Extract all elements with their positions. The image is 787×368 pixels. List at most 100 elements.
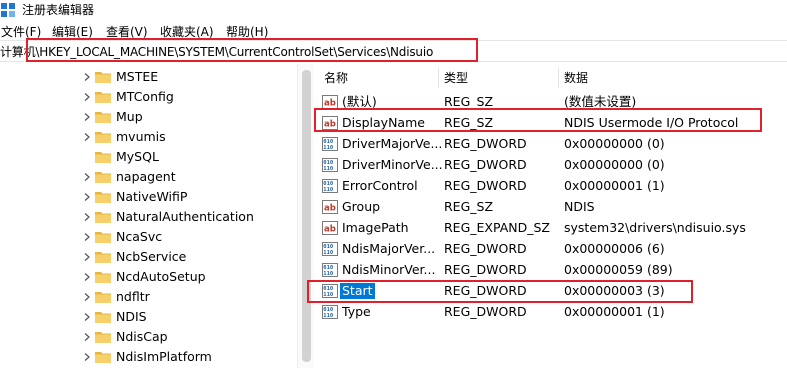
values-pane[interactable]: 名称 类型 数据 ab (默认) REG_SZ (数值未设置) ab DisplayNam… [314, 64, 787, 368]
value-data: NDIS [564, 199, 595, 214]
key-tree[interactable]: MSTEE MTConfig Mup mvumis MySQL napagent Nativ… [0, 64, 297, 368]
menu-favorites[interactable]: 收藏夹(A) [160, 24, 214, 40]
tree-item-label: napagent [116, 169, 176, 184]
value-type: REG_DWORD [444, 262, 527, 277]
value-row[interactable]: 010 110 DriverMinorVe... REG_DWORD 0x0000000… [314, 155, 787, 176]
value-data: 0x00000059 (89) [564, 262, 673, 277]
value-name[interactable]: ErrorControl [340, 178, 420, 194]
address-path[interactable]: 计算机\HKEY_LOCAL_MACHINE\SYSTEM\CurrentCon… [0, 44, 433, 60]
string-value-icon: ab [322, 221, 338, 235]
value-row[interactable]: ab Group REG_SZ NDIS [314, 197, 787, 218]
value-row[interactable]: 010 110 Type REG_DWORD 0x00000001 (1) [314, 302, 787, 323]
chevron-right-icon[interactable] [84, 73, 90, 81]
value-name[interactable]: DisplayName [340, 115, 427, 131]
tree-item-label: NdisCap [116, 329, 168, 344]
chevron-right-icon[interactable] [84, 293, 90, 301]
svg-text:110: 110 [323, 292, 333, 298]
value-type: REG_DWORD [444, 136, 527, 151]
chevron-right-icon[interactable] [84, 233, 90, 241]
tree-item-label: ndfltr [116, 289, 150, 304]
value-row[interactable]: 010 110 DriverMajorVe... REG_DWORD 0x0000000… [314, 134, 787, 155]
chevron-right-icon[interactable] [84, 213, 90, 221]
tree-item[interactable]: MSTEE [84, 67, 294, 87]
folder-icon [95, 312, 111, 323]
tree-item[interactable]: NdisImPlatform [84, 347, 294, 367]
value-row[interactable]: ab (默认) REG_SZ (数值未设置) [314, 92, 787, 113]
tree-item[interactable]: MTConfig [84, 87, 294, 107]
menu-view[interactable]: 查看(V) [106, 24, 148, 40]
tree-item[interactable]: MySQL [84, 147, 294, 167]
tree-item[interactable]: NativeWifiP [84, 187, 294, 207]
value-data: 0x00000001 (1) [564, 304, 665, 319]
tree-item[interactable]: NcbService [84, 247, 294, 267]
chevron-right-icon[interactable] [84, 253, 90, 261]
folder-icon [95, 132, 111, 143]
svg-text:ab: ab [324, 99, 336, 109]
value-name[interactable]: DriverMinorVe... [340, 157, 445, 173]
value-data: (数值未设置) [564, 94, 637, 109]
tree-item[interactable]: napagent [84, 167, 294, 187]
value-type: REG_DWORD [444, 157, 527, 172]
chevron-right-icon[interactable] [84, 313, 90, 321]
tree-item[interactable]: NdisCap [84, 327, 294, 347]
binary-value-icon: 010110 [322, 263, 338, 277]
value-name[interactable]: DriverMajorVe... [340, 136, 444, 152]
tree-item[interactable]: mvumis [84, 127, 294, 147]
value-name[interactable]: NdisMinorVer... [340, 262, 437, 278]
tree-scrollbar[interactable] [297, 64, 314, 368]
column-header-type[interactable]: 类型 [444, 64, 468, 92]
tree-item[interactable]: ndfltr [84, 287, 294, 307]
binary-value-icon: 010110 [322, 305, 338, 319]
value-type: REG_DWORD [444, 283, 527, 298]
svg-text:110: 110 [323, 250, 333, 256]
svg-text:ab: ab [324, 204, 336, 214]
column-header-data[interactable]: 数据 [564, 64, 588, 92]
tree-item[interactable]: NaturalAuthentication [84, 207, 294, 227]
tree-item[interactable]: Mup [84, 107, 294, 127]
value-name[interactable]: (默认) [340, 94, 379, 110]
svg-text:ab: ab [324, 120, 336, 130]
value-row[interactable]: ab DisplayName REG_SZ NDIS Usermode I/O Pro… [314, 113, 787, 134]
value-row[interactable]: 010 110 NdisMajorVer... REG_DWORD 0x00000006… [314, 239, 787, 260]
chevron-right-icon[interactable] [84, 273, 90, 281]
column-header-name[interactable]: 名称 [324, 64, 348, 92]
value-data: 0x00000000 (0) [564, 157, 665, 172]
value-row[interactable]: ab ImagePath REG_EXPAND_SZ system32\drivers… [314, 218, 787, 239]
tree-item[interactable]: NcaSvc [84, 227, 294, 247]
value-type: REG_SZ [444, 199, 494, 214]
value-name[interactable]: NdisMajorVer... [340, 241, 437, 257]
chevron-right-icon[interactable] [84, 113, 90, 121]
binary-value-icon: 010110 [322, 179, 338, 193]
chevron-right-icon[interactable] [84, 173, 90, 181]
tree-item-label: MTConfig [116, 89, 174, 104]
tree-item-label: MySQL [116, 149, 159, 164]
value-row[interactable]: 010 110 NdisMinorVer... REG_DWORD 0x00000059… [314, 260, 787, 281]
chevron-right-icon[interactable] [84, 353, 90, 361]
chevron-right-icon[interactable] [84, 193, 90, 201]
value-type: REG_DWORD [444, 178, 527, 193]
string-value-icon: ab [322, 200, 338, 214]
menu-help[interactable]: 帮助(H) [226, 24, 268, 40]
value-type: REG_SZ [444, 115, 494, 130]
value-name[interactable]: Type [340, 304, 373, 320]
value-name[interactable]: Start [340, 283, 375, 299]
tree-item[interactable]: NDIS [84, 307, 294, 327]
chevron-right-icon[interactable] [84, 333, 90, 341]
value-row[interactable]: 010 110 ErrorControl REG_DWORD 0x00000001 (1… [314, 176, 787, 197]
tree-item-label: NcbService [116, 249, 187, 264]
address-bar[interactable]: 计算机\HKEY_LOCAL_MACHINE\SYSTEM\CurrentCon… [0, 40, 787, 62]
value-row[interactable]: 010 110 Start REG_DWORD 0x00000003 (3) [314, 281, 787, 302]
column-separator[interactable] [558, 68, 559, 88]
string-value-icon: ab [322, 95, 338, 109]
value-name[interactable]: Group [340, 199, 382, 215]
tree-item[interactable]: NcdAutoSetup [84, 267, 294, 287]
menu-file[interactable]: 文件(F) [1, 24, 41, 40]
folder-icon [95, 112, 111, 123]
menu-edit[interactable]: 编辑(E) [52, 24, 93, 40]
chevron-right-icon[interactable] [84, 93, 90, 101]
value-name[interactable]: ImagePath [340, 220, 411, 236]
column-separator[interactable] [438, 68, 439, 88]
chevron-right-icon[interactable] [84, 133, 90, 141]
value-type: REG_SZ [444, 94, 494, 109]
tree-scrollbar-thumb[interactable] [302, 70, 311, 362]
